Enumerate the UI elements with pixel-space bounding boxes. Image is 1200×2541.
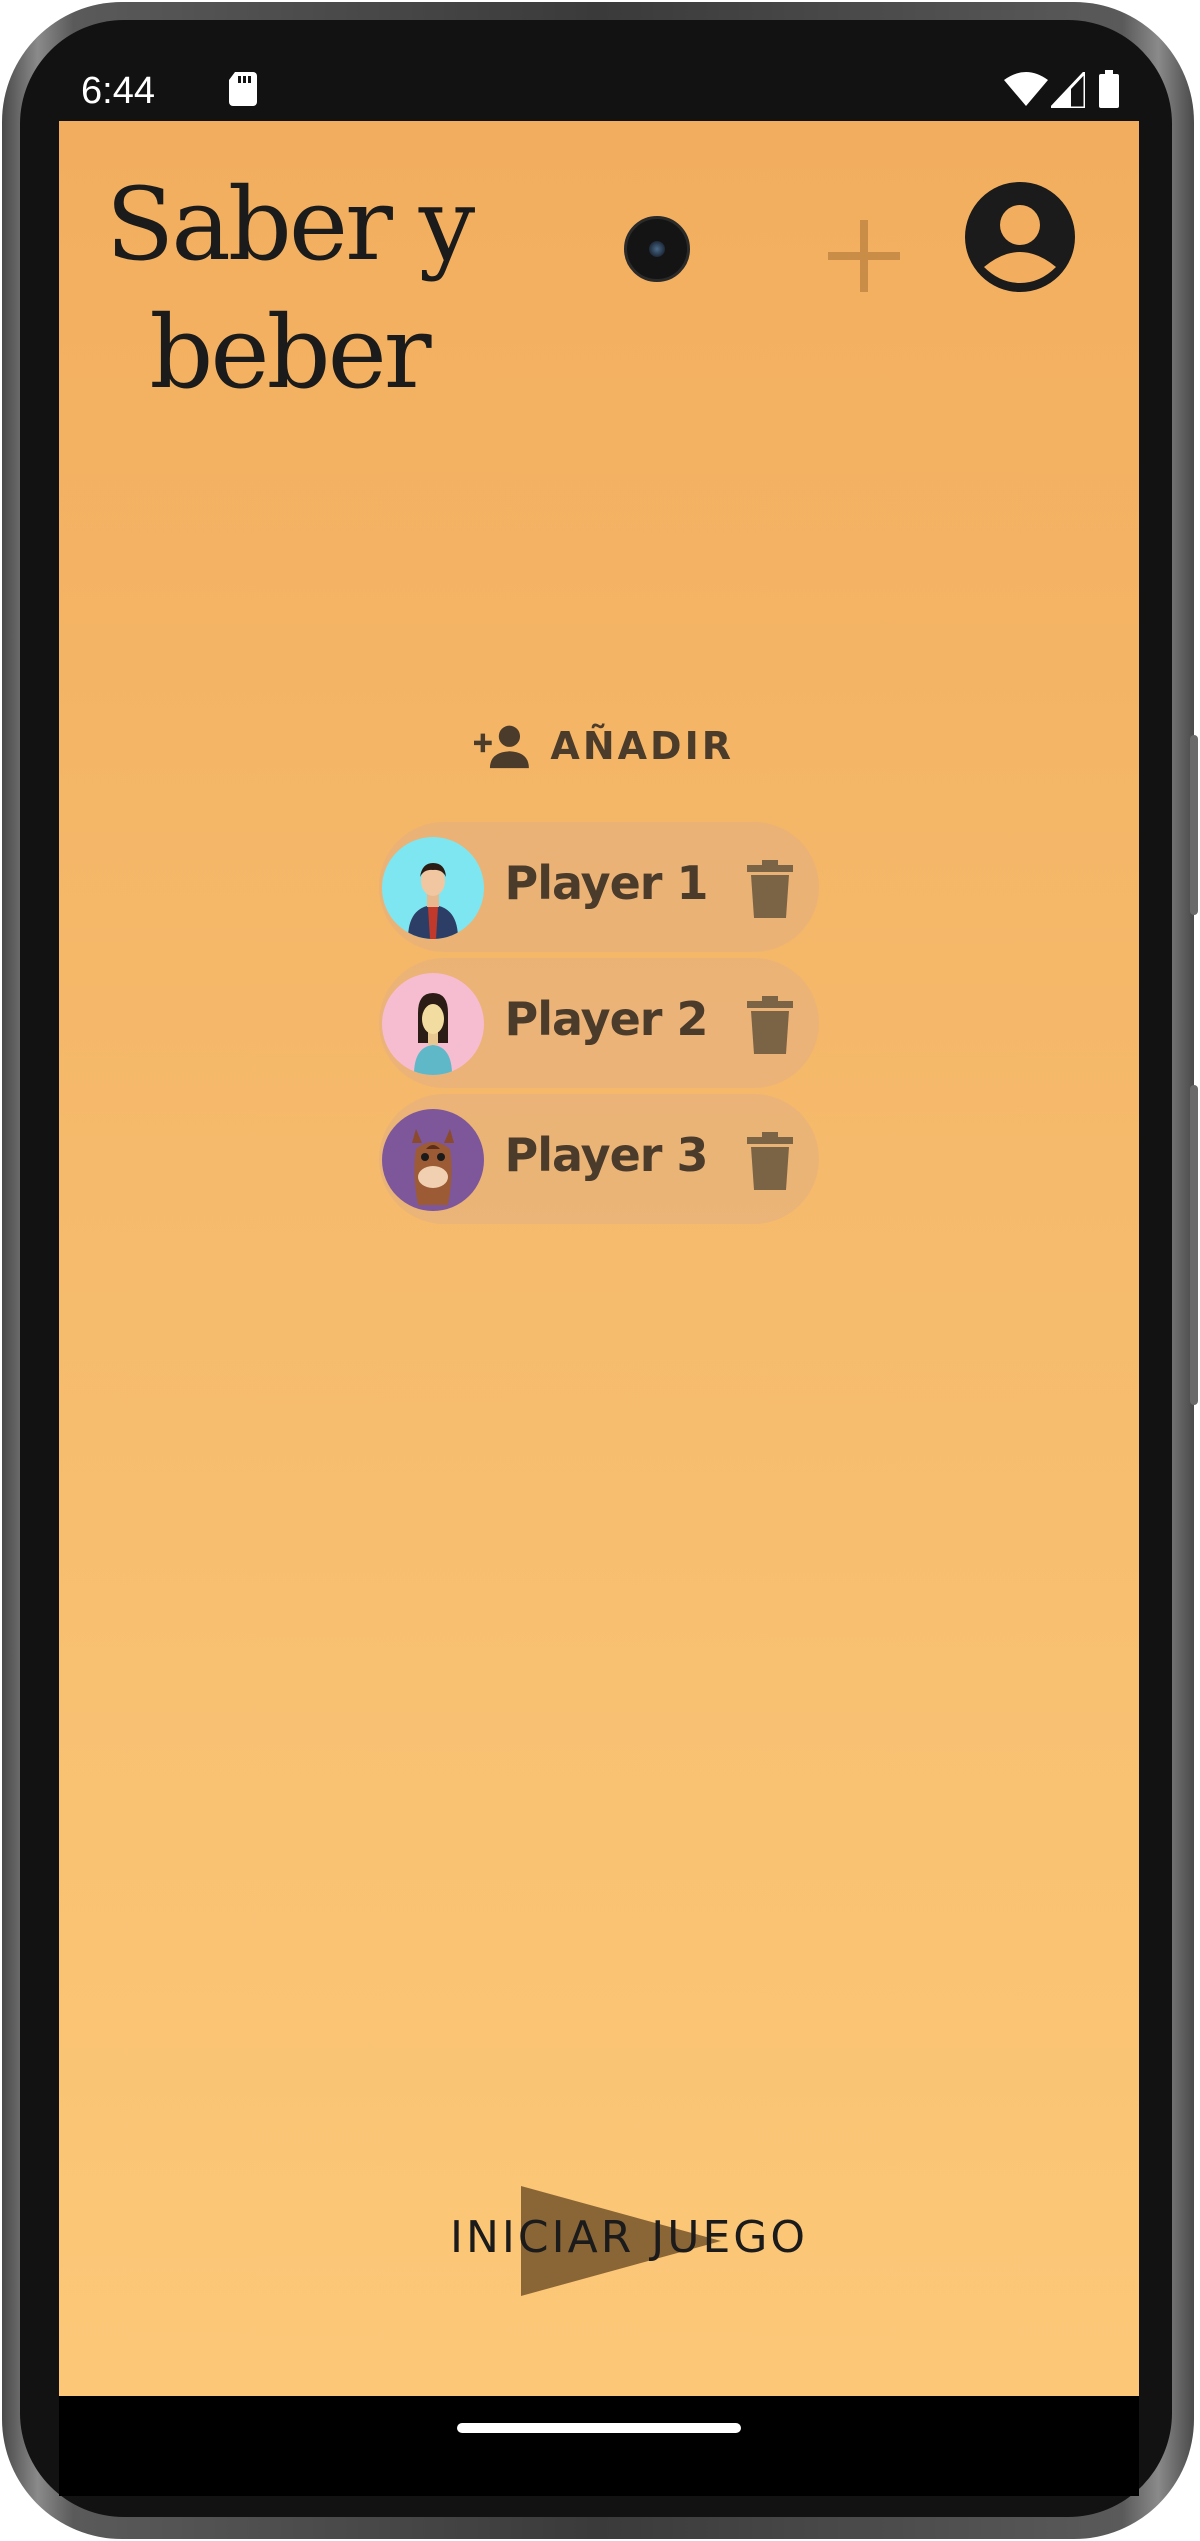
horse-avatar: [382, 1109, 484, 1211]
person-add-icon: [474, 725, 529, 769]
delete-icon[interactable]: [747, 860, 793, 918]
app-screen: Saber y beber AÑADIR Player 1 Player 2 P…: [59, 121, 1139, 2396]
delete-icon[interactable]: [747, 996, 793, 1054]
power-button: [1190, 1085, 1198, 1405]
player-chip[interactable]: Player 1: [379, 822, 819, 952]
cell-signal-icon: [1051, 72, 1085, 108]
sd-card-icon: [229, 72, 257, 106]
start-game-button[interactable]: INICIAR JUEGO: [429, 2176, 829, 2306]
plus-icon: [828, 220, 900, 292]
woman-avatar: [382, 973, 484, 1075]
app-title-line-2: beber: [149, 294, 431, 411]
account-circle-icon: [965, 182, 1075, 292]
status-time: 6:44: [81, 70, 155, 112]
profile-button[interactable]: [964, 181, 1076, 293]
wifi-icon: [1004, 72, 1048, 106]
man-avatar: [382, 837, 484, 939]
front-camera: [624, 216, 690, 282]
navigation-bar: [59, 2396, 1139, 2496]
player-chip[interactable]: Player 2: [379, 958, 819, 1088]
delete-icon[interactable]: [747, 1132, 793, 1190]
app-title: Saber y beber: [99, 161, 479, 417]
add-player-button[interactable]: AÑADIR: [474, 706, 734, 786]
volume-button: [1190, 735, 1198, 915]
home-gesture-handle[interactable]: [457, 2423, 741, 2433]
battery-icon: [1099, 70, 1119, 108]
add-game-button[interactable]: [809, 201, 919, 311]
start-game-label: INICIAR JUEGO: [450, 2212, 808, 2263]
player-name: Player 1: [504, 856, 709, 910]
add-player-label: AÑADIR: [550, 724, 734, 768]
player-name: Player 2: [504, 992, 709, 1046]
app-title-line-1: Saber y: [105, 166, 475, 283]
player-chip[interactable]: Player 3: [379, 1094, 819, 1224]
player-name: Player 3: [504, 1128, 709, 1182]
status-bar: 6:44: [59, 60, 1139, 120]
